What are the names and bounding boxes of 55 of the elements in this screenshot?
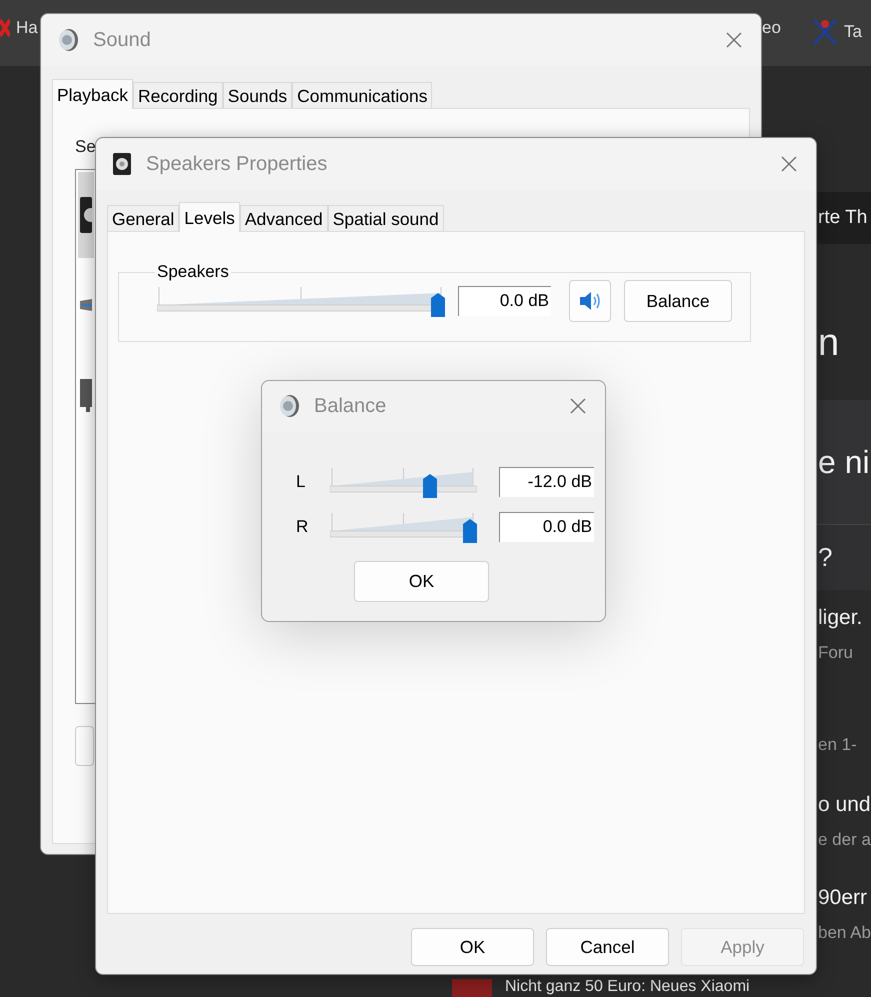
dialog-button[interactable]: Cancel bbox=[546, 928, 669, 966]
tab-title[interactable]: Ta bbox=[844, 22, 862, 42]
ok-button[interactable]: OK bbox=[354, 561, 489, 602]
level-readout: 0.0 dB bbox=[458, 286, 551, 316]
level-readout: -12.0 dB bbox=[499, 466, 594, 496]
group-label: Speakers bbox=[156, 262, 230, 282]
tab[interactable]: Playback bbox=[52, 79, 134, 109]
article-meta: e der a bbox=[818, 830, 871, 849]
close-icon[interactable] bbox=[569, 397, 587, 415]
tab[interactable]: Spatial sound bbox=[328, 205, 444, 231]
window-title: Balance bbox=[314, 394, 388, 418]
article-heading[interactable]: Nicht ganz 50 Euro: Neues Xiaomi bbox=[505, 977, 750, 996]
article-heading: e ni bbox=[818, 444, 870, 480]
slider-thumb[interactable] bbox=[463, 518, 477, 542]
channel-label: L bbox=[296, 472, 306, 492]
article-heading: liger. bbox=[818, 606, 862, 629]
tab[interactable]: Advanced bbox=[240, 205, 328, 231]
article-heading: 90err bbox=[818, 886, 868, 909]
close-icon[interactable] bbox=[780, 155, 798, 173]
tab[interactable]: Communications bbox=[292, 82, 432, 108]
volume-slider[interactable] bbox=[330, 466, 477, 498]
volume-slider[interactable] bbox=[330, 510, 477, 542]
article-heading: ? bbox=[818, 542, 832, 573]
speaker-icon bbox=[278, 394, 300, 418]
close-icon[interactable] bbox=[725, 31, 743, 49]
mute-button[interactable] bbox=[569, 280, 611, 322]
tab[interactable]: Levels bbox=[179, 202, 240, 232]
article-heading: o und bbox=[818, 793, 871, 816]
tab-title[interactable]: Ha bbox=[16, 18, 38, 38]
balance-button[interactable]: Balance bbox=[624, 280, 732, 322]
article-heading: n bbox=[818, 322, 840, 364]
monitor-icon bbox=[78, 377, 92, 413]
instruction-text: Se bbox=[75, 137, 96, 158]
article-heading: rte Th bbox=[818, 207, 868, 229]
channel-label: R bbox=[296, 516, 310, 536]
device-item[interactable] bbox=[78, 172, 94, 258]
speaker-icon bbox=[78, 195, 92, 235]
window-title: Speakers Properties bbox=[146, 152, 328, 176]
article-meta: en 1- bbox=[818, 735, 857, 754]
volume-slider[interactable] bbox=[157, 285, 445, 317]
article-meta: ben Ab bbox=[818, 923, 871, 942]
tab-title[interactable]: eo bbox=[762, 18, 781, 38]
speaker-box-icon bbox=[112, 152, 132, 176]
slider-thumb[interactable] bbox=[431, 293, 445, 317]
photo-placeholder bbox=[452, 979, 492, 997]
article-meta: Foru bbox=[818, 643, 853, 662]
x-logo-icon bbox=[0, 18, 10, 38]
slider-thumb[interactable] bbox=[423, 474, 438, 498]
speaker-icon bbox=[57, 28, 79, 52]
tab[interactable]: Recording bbox=[133, 82, 223, 108]
level-readout: 0.0 dB bbox=[499, 512, 594, 542]
window-title: Sound bbox=[93, 28, 152, 52]
dialog-button[interactable]: OK bbox=[411, 928, 534, 966]
tab[interactable]: General bbox=[107, 205, 180, 231]
tab[interactable]: Sounds bbox=[222, 82, 292, 108]
